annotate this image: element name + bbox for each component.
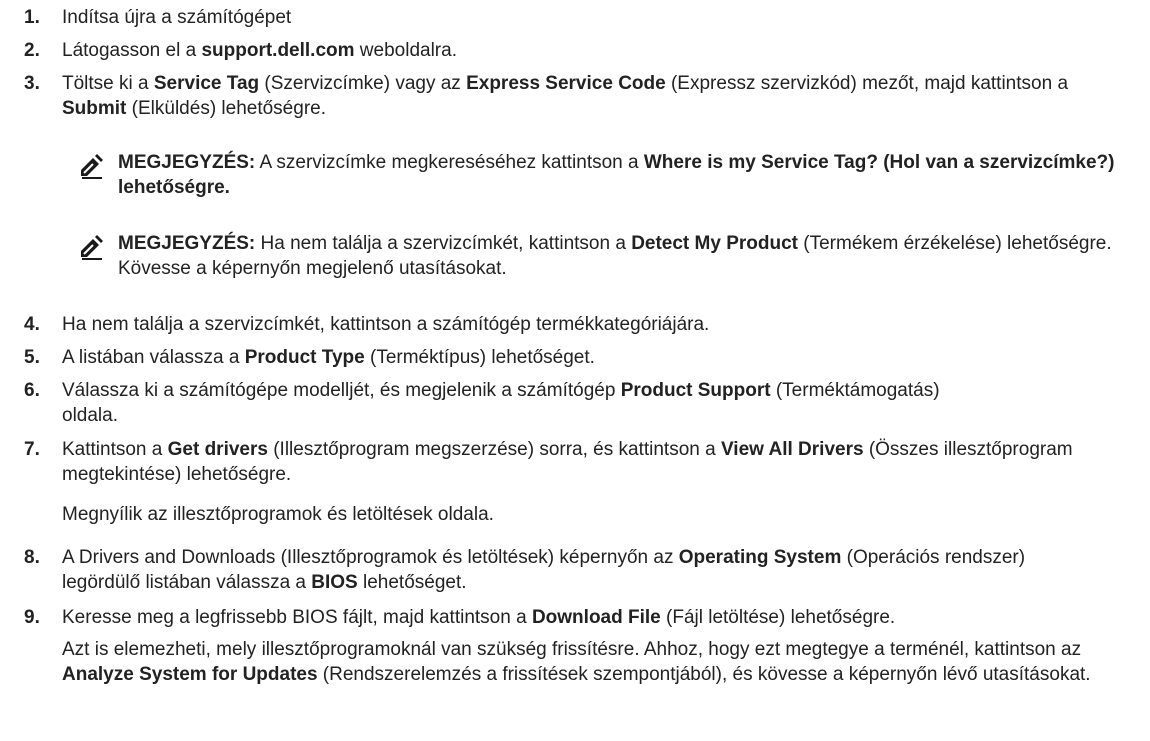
- note-text: MEGJEGYZÉS: A szervizcímke megkereséséhe…: [118, 150, 1138, 200]
- bold-term: Detect My Product: [631, 233, 798, 254]
- bold-term: Get drivers: [167, 439, 268, 460]
- step-text: Látogasson el a support.dell.com webolda…: [62, 38, 1142, 63]
- step-number: 4.: [24, 314, 40, 335]
- note-label: MEGJEGYZÉS:: [118, 152, 256, 173]
- bold-term: Service Tag: [153, 73, 260, 94]
- text-run: weboldalra.: [354, 40, 457, 61]
- step-text: Keresse meg a legfrissebb BIOS fájlt, ma…: [62, 605, 1142, 630]
- bold-term: Submit: [62, 98, 127, 119]
- text-run: (Expressz szervizkód) mezőt, majd kattin…: [665, 73, 1069, 94]
- step-text: A listában válassza a Product Type (Term…: [62, 345, 1142, 370]
- text-run: (Rendszerelemzés a frissítések szempontj…: [317, 664, 1091, 685]
- step-number: 2.: [24, 40, 40, 61]
- step-text: Ha nem találja a szervizcímkét, kattints…: [62, 312, 1142, 337]
- pencil-note-icon: [79, 154, 103, 179]
- step-number: 1.: [24, 7, 40, 28]
- bold-term: View All Drivers: [720, 439, 864, 460]
- bold-term: Analyze System for Updates: [62, 664, 318, 685]
- pencil-note-icon: [79, 235, 103, 260]
- step-9-followup: Azt is elemezheti, mely illesztőprogramo…: [62, 637, 1122, 687]
- text-run: Azt is elemezheti, mely illesztőprogramo…: [62, 639, 1082, 660]
- text-run: A Drivers and Downloads (Illesztőprogram…: [62, 547, 679, 568]
- link-text: support.dell.com: [201, 40, 355, 61]
- step-text: Indítsa újra a számítógépet: [62, 5, 1142, 30]
- step-number: 3.: [24, 73, 40, 94]
- text-run: (Illesztőprogram megszerzése) sorra, és …: [267, 439, 721, 460]
- step-text: Töltse ki a Service Tag (Szervizcímke) v…: [62, 71, 1137, 121]
- text-run: lehetőséget.: [357, 572, 467, 593]
- text-run: Töltse ki a: [62, 73, 154, 94]
- step-number: 8.: [24, 547, 40, 568]
- bold-term: BIOS: [311, 572, 358, 593]
- step-text: Válassza ki a számítógépe modelljét, és …: [62, 378, 962, 428]
- bold-term: Product Type: [244, 347, 365, 368]
- step-text: Kattintson a Get drivers (Illesztőprogra…: [62, 437, 1102, 487]
- text-run: Látogasson el a: [62, 40, 202, 61]
- text-run: Kattintson a: [62, 439, 168, 460]
- text-run: A szervizcímke megkereséséhez kattintson…: [255, 152, 644, 173]
- step-number: 7.: [24, 439, 40, 460]
- text-run: A listában válassza a: [62, 347, 245, 368]
- step-number: 9.: [24, 607, 40, 628]
- text-run: Indítsa újra a számítógépet: [62, 7, 292, 28]
- text-run: (Elküldés) lehetőségre.: [126, 98, 326, 119]
- bold-term: Product Support: [620, 380, 771, 401]
- text-run: Ha nem találja a szervizcímkét, kattints…: [62, 314, 710, 335]
- note-text: MEGJEGYZÉS: Ha nem találja a szervizcímk…: [118, 231, 1138, 281]
- step-7-followup: Megnyílik az illesztőprogramok és letölt…: [62, 504, 494, 525]
- text-run: Válassza ki a számítógépe modelljét, és …: [62, 380, 621, 401]
- bold-term: Download File: [531, 607, 661, 628]
- text-run: (Fájl letöltése) lehetőségre.: [660, 607, 896, 628]
- text-run: (Szervizcímke) vagy az: [259, 73, 467, 94]
- note-label: MEGJEGYZÉS:: [118, 233, 256, 254]
- step-number: 5.: [24, 347, 40, 368]
- step-text: A Drivers and Downloads (Illesztőprogram…: [62, 545, 1092, 595]
- text-run: Keresse meg a legfrissebb BIOS fájlt, ma…: [62, 607, 532, 628]
- text-run: Ha nem találja a szervizcímkét, kattints…: [255, 233, 632, 254]
- text-run: (Terméktípus) lehetőséget.: [364, 347, 595, 368]
- bold-term: Express Service Code: [466, 73, 666, 94]
- bold-term: Operating System: [678, 547, 842, 568]
- step-number: 6.: [24, 380, 40, 401]
